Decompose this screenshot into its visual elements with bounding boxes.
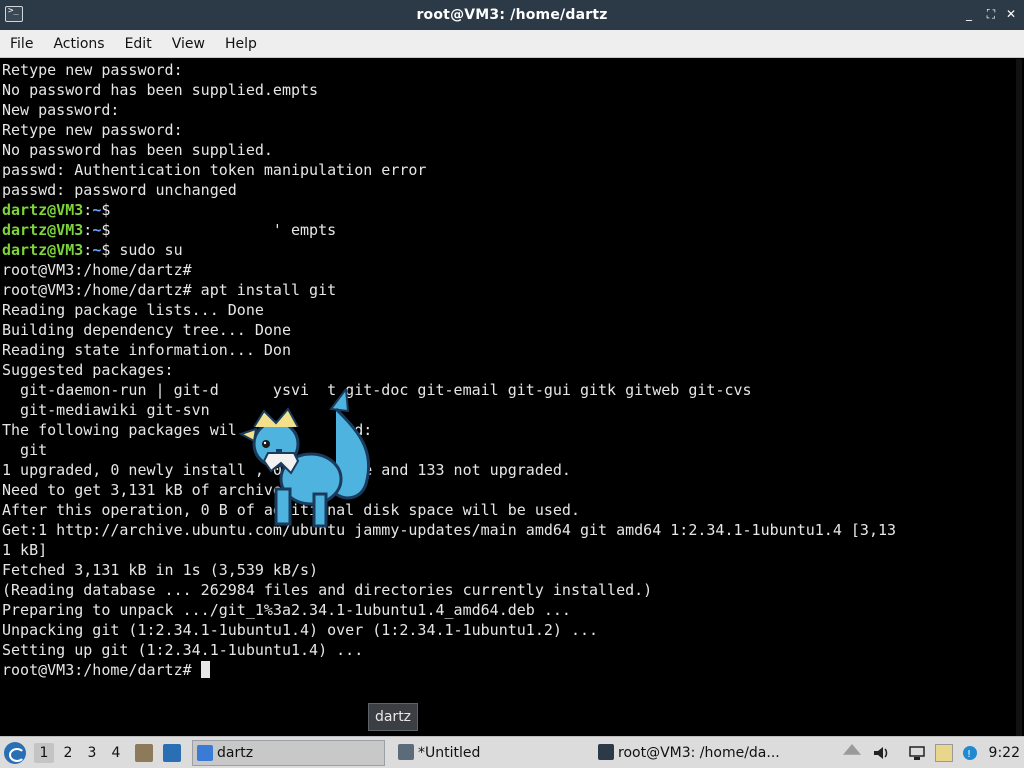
prompt-command: ' empts bbox=[110, 221, 337, 239]
task-untitled-editor[interactable]: *Untitled bbox=[394, 740, 584, 766]
window-titlebar[interactable]: root@VM3: /home/dartz _ ⛶ ✕ bbox=[0, 0, 1024, 30]
terminal-line: (Reading database ... 262984 files and d… bbox=[2, 581, 653, 599]
folder-icon bbox=[197, 745, 213, 761]
svg-text:!: ! bbox=[967, 749, 971, 760]
terminal-line: New password: bbox=[2, 101, 120, 119]
terminal-line: After this operation, 0 B of additional … bbox=[2, 501, 580, 519]
text-editor-icon bbox=[398, 744, 414, 760]
menu-actions[interactable]: Actions bbox=[53, 36, 104, 52]
prompt-command: sudo su bbox=[110, 241, 183, 259]
task-label: *Untitled bbox=[418, 745, 481, 761]
prompt-path: ~ bbox=[92, 221, 102, 239]
start-menu-icon[interactable] bbox=[4, 742, 26, 764]
prompt-user: dartz@VM3 bbox=[2, 221, 84, 239]
prompt-user: dartz@VM3 bbox=[2, 201, 84, 219]
clock: 9:22 bbox=[988, 745, 1020, 761]
terminal-line: Get:1 http://archive.ubuntu.com/ubuntu j… bbox=[2, 521, 897, 539]
terminal-line: git-mediawiki git-svn bbox=[2, 401, 210, 419]
update-notifier-icon[interactable]: ! bbox=[961, 744, 979, 762]
terminal-line: passwd: password unchanged bbox=[2, 181, 237, 199]
terminal-line: git-daemon-run | git-d ysvi t git-doc gi… bbox=[2, 381, 752, 399]
menu-edit[interactable]: Edit bbox=[125, 36, 152, 52]
terminal-line: dartz@VM3:~$ bbox=[2, 201, 111, 219]
prompt-symbol: $ bbox=[101, 201, 111, 219]
window-title: root@VM3: /home/dartz bbox=[416, 7, 608, 23]
terminal-line: Fetched 3,131 kB in 1s (3,539 kB/s) bbox=[2, 561, 319, 579]
desktop-launcher-icon[interactable] bbox=[163, 744, 181, 762]
clipboard-icon[interactable] bbox=[935, 744, 953, 762]
network-icon[interactable] bbox=[908, 744, 926, 762]
terminal-line: Building dependency tree... Done bbox=[2, 321, 291, 339]
terminal-cursor bbox=[200, 661, 210, 678]
terminal-line: Unpacking git (1:2.34.1-1ubuntu1.4) over… bbox=[2, 621, 599, 639]
terminal-line: The following packages wil ded: bbox=[2, 421, 373, 439]
terminal-line: dartz@VM3:~$ sudo su bbox=[2, 241, 183, 259]
terminal-output: Retype new password: No password has been… bbox=[2, 60, 1002, 680]
terminal-line: Retype new password: bbox=[2, 61, 183, 79]
terminal-line: git bbox=[2, 441, 48, 459]
taskbar: 1 2 3 4 dartz *Untitled root@VM3: /home/… bbox=[0, 736, 1024, 768]
terminal-line: Preparing to unpack .../git_1%3a2.34.1-1… bbox=[2, 601, 571, 619]
terminal-line: Setting up git (1:2.34.1-1ubuntu1.4) ... bbox=[2, 641, 364, 659]
terminal-line: root@VM3:/home/dartz# apt install git bbox=[2, 281, 337, 299]
taskbar-tooltip: dartz bbox=[368, 703, 418, 731]
prompt-path: ~ bbox=[92, 241, 102, 259]
maximize-button[interactable]: ⛶ bbox=[984, 7, 998, 21]
menu-help[interactable]: Help bbox=[225, 36, 257, 52]
terminal-line: passwd: Authentication token manipulatio… bbox=[2, 161, 427, 179]
vaporeon-sprite-icon bbox=[238, 389, 371, 528]
workspace-1[interactable]: 1 bbox=[34, 743, 54, 763]
terminal-scrollbar[interactable] bbox=[1016, 59, 1022, 736]
task-label: root@VM3: /home/da... bbox=[618, 745, 780, 761]
task-label: dartz bbox=[217, 745, 254, 761]
terminal-line: 1 upgraded, 0 newly install , 0 to remov… bbox=[2, 461, 571, 479]
close-button[interactable]: ✕ bbox=[1004, 7, 1018, 21]
workspace-2[interactable]: 2 bbox=[58, 743, 78, 763]
terminal-line: Reading state information... Don bbox=[2, 341, 291, 359]
terminal-icon bbox=[598, 744, 614, 760]
terminal-line: No password has been supplied. bbox=[2, 141, 273, 159]
task-dartz-folder[interactable]: dartz bbox=[192, 740, 385, 766]
file-manager-launcher-icon[interactable] bbox=[135, 744, 153, 762]
terminal-line: Suggested packages: bbox=[2, 361, 174, 379]
prompt-user: dartz@VM3 bbox=[2, 241, 84, 259]
terminal-line: 1 kB] bbox=[2, 541, 48, 559]
terminal-line: No password has been supplied.empts bbox=[2, 81, 319, 99]
prompt-text: root@VM3:/home/dartz# bbox=[2, 661, 201, 679]
terminal-line: root@VM3:/home/dartz# bbox=[2, 660, 1002, 680]
terminal-line: dartz@VM3:~$ ' empts bbox=[2, 221, 337, 239]
terminal-line: Reading package lists... Done bbox=[2, 301, 264, 319]
menu-file[interactable]: File bbox=[10, 36, 33, 52]
volume-icon[interactable] bbox=[872, 744, 890, 762]
menu-bar: File Actions Edit View Help bbox=[0, 30, 1024, 58]
eject-icon[interactable] bbox=[843, 744, 861, 755]
terminal-line: root@VM3:/home/dartz# bbox=[2, 261, 192, 279]
prompt-path: ~ bbox=[92, 201, 102, 219]
workspace-3[interactable]: 3 bbox=[82, 743, 102, 763]
workspace-4[interactable]: 4 bbox=[106, 743, 126, 763]
menu-view[interactable]: View bbox=[172, 36, 205, 52]
terminal-area[interactable]: Retype new password: No password has been… bbox=[0, 59, 1024, 736]
terminal-line: Retype new password: bbox=[2, 121, 183, 139]
terminal-line: Need to get 3,131 kB of archives. bbox=[2, 481, 301, 499]
minimize-button[interactable]: _ bbox=[962, 7, 976, 21]
task-terminal[interactable]: root@VM3: /home/da... bbox=[594, 740, 790, 766]
